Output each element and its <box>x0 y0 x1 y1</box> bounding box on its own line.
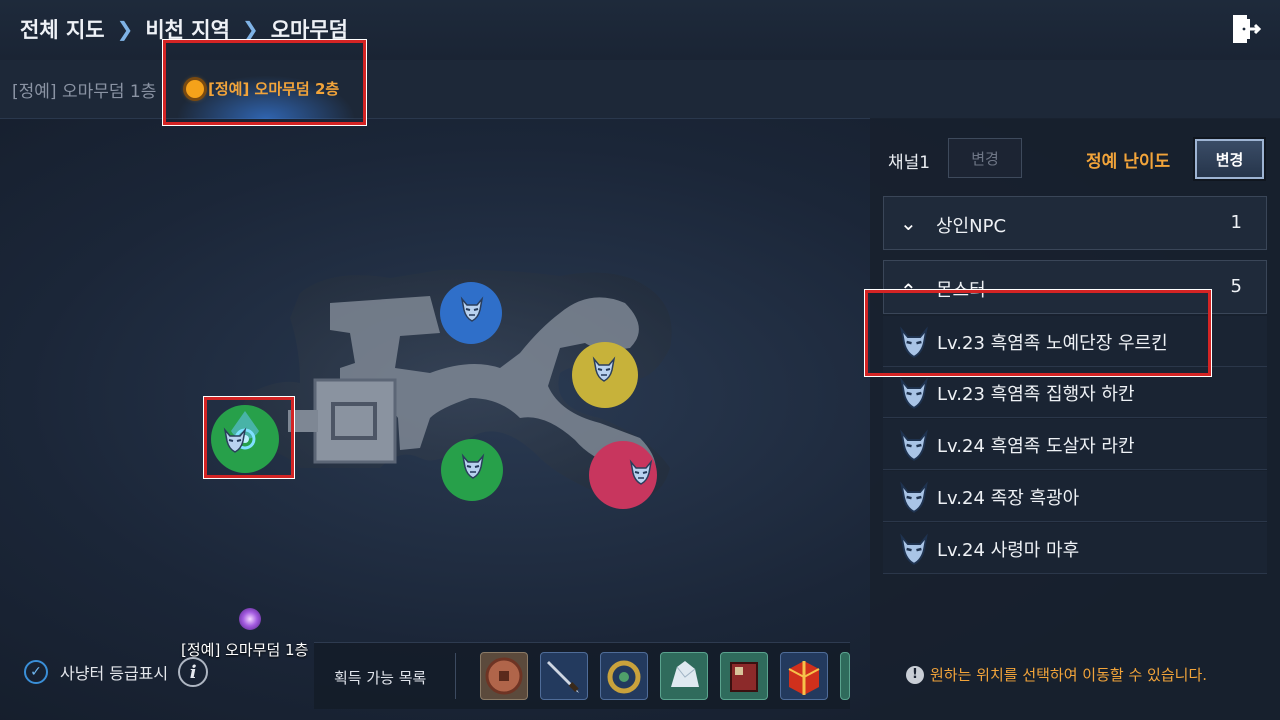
loot-item-partial[interactable] <box>840 652 850 700</box>
monster-mask-icon <box>460 296 484 322</box>
loot-item-crystal[interactable] <box>660 652 708 700</box>
dagger-icon <box>547 661 579 693</box>
grade-display-toggle[interactable]: ✓ 사냥터 등급표시 i <box>24 657 209 687</box>
exclamation-icon: ! <box>906 665 924 684</box>
highlight-box <box>203 396 295 479</box>
section-npc-count: 1 <box>1230 212 1242 233</box>
hunting-zone-red[interactable] <box>589 441 657 509</box>
loot-item-dagger[interactable] <box>540 652 588 700</box>
chevron-down-icon: ⌄ <box>900 211 917 235</box>
monster-name: Lv.24 흑염족 도살자 라칸 <box>937 436 1135 457</box>
dragon-emblem-icon <box>607 660 641 694</box>
portal-icon[interactable] <box>239 608 261 630</box>
move-notice: ! 원하는 위치를 선택하여 이동할 수 있습니다. <box>906 664 1207 685</box>
move-notice-text: 원하는 위치를 선택하여 이동할 수 있습니다. <box>930 666 1208 684</box>
highlight-box <box>864 289 1212 377</box>
section-npc-header[interactable]: ⌄ 상인NPC 1 <box>883 196 1267 250</box>
highlight-box <box>162 39 367 126</box>
monster-mask-icon <box>900 377 928 409</box>
coin-icon <box>485 657 523 695</box>
book-icon <box>730 662 758 692</box>
info-icon[interactable]: i <box>178 657 209 687</box>
monster-mask-icon <box>900 481 928 513</box>
loot-item-book[interactable] <box>720 652 768 700</box>
monster-mask-icon <box>629 459 653 485</box>
channel-label: 채널1 <box>888 153 931 173</box>
crystal-icon <box>671 661 699 687</box>
chevron-right-icon: ❯ <box>116 17 134 41</box>
difficulty-label: 정예 난이도 <box>1086 152 1171 172</box>
treasure-box-icon <box>788 661 820 695</box>
breadcrumb-world-map[interactable]: 전체 지도 <box>20 14 105 44</box>
hunting-zone-yellow[interactable] <box>572 342 638 408</box>
monster-list-item[interactable]: Lv.24 사령마 마후 <box>883 523 1267 574</box>
tab-floor-1[interactable]: [정예] 오마무덤 1층 <box>12 77 156 102</box>
chevron-right-icon: ❯ <box>241 17 259 41</box>
loot-list: 획득 가능 목록 <box>314 642 850 709</box>
monster-mask-icon <box>592 356 616 382</box>
difficulty-change-button[interactable]: 변경 <box>1195 139 1264 179</box>
loot-list-label: 획득 가능 목록 <box>334 669 427 687</box>
monster-name: Lv.24 사령마 마후 <box>937 540 1080 561</box>
hunting-zone-green[interactable] <box>441 439 503 501</box>
loot-item-box[interactable] <box>780 652 828 700</box>
monster-mask-icon <box>900 429 928 461</box>
dungeon-map[interactable]: [정예] 오마무덤 1층 <box>0 118 870 718</box>
monster-list-item[interactable]: Lv.24 흑염족 도살자 라칸 <box>883 419 1267 470</box>
loot-item-coin[interactable] <box>480 652 528 700</box>
hunting-zone-blue[interactable] <box>440 282 502 344</box>
channel-change-button[interactable]: 변경 <box>948 138 1022 178</box>
section-npc-label: 상인NPC <box>936 216 1007 237</box>
map-terrain <box>240 269 672 500</box>
section-monster-count: 5 <box>1230 276 1242 297</box>
divider <box>455 653 456 699</box>
monster-name: Lv.23 흑염족 집행자 하칸 <box>937 384 1135 405</box>
exit-icon[interactable] <box>1230 13 1262 45</box>
loot-item-dragon[interactable] <box>600 652 648 700</box>
check-icon[interactable]: ✓ <box>24 660 48 684</box>
grade-display-label: 사냥터 등급표시 <box>60 664 169 683</box>
monster-mask-icon <box>900 533 928 565</box>
monster-mask-icon <box>461 453 485 479</box>
monster-name: Lv.24 족장 흑광아 <box>937 488 1080 509</box>
monster-list-item[interactable]: Lv.24 족장 흑광아 <box>883 471 1267 522</box>
